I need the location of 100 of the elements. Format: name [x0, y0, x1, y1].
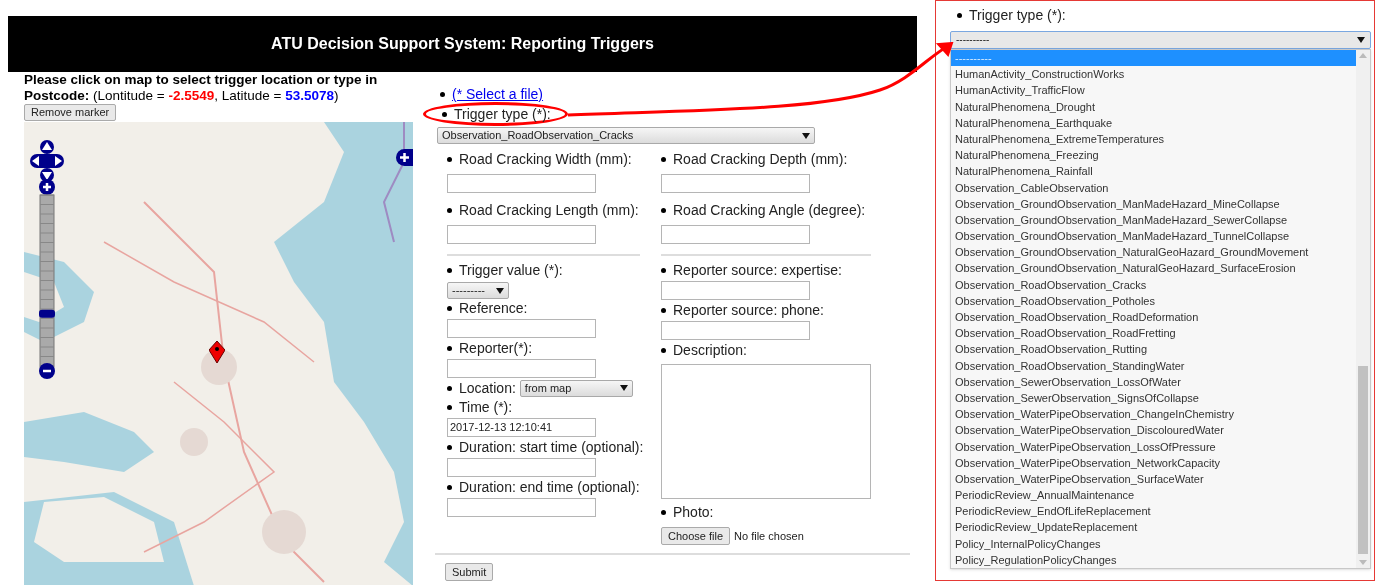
field-label: Description:	[673, 341, 747, 359]
dropdown-option[interactable]: Policy_RegulationPolicyChanges	[951, 551, 1356, 568]
dropdown-option[interactable]: Observation_SewerObservation_LossOfWater	[951, 373, 1356, 390]
trigger-type-label: Trigger type (*):	[969, 5, 1066, 25]
submit-button[interactable]: Submit	[445, 563, 494, 581]
scroll-up-icon[interactable]	[1359, 53, 1367, 58]
dropdown-option[interactable]: Observation_SewerObservation_SignsOfCollapse	[951, 389, 1356, 407]
page-title: ATU Decision Support System: Reporting Triggers	[271, 34, 654, 54]
choose-file-button[interactable]: Choose file	[661, 527, 731, 545]
dropdown-option[interactable]: HumanActivity_TrafficFlow	[951, 82, 1356, 99]
field-label: Road Cracking Width (mm):	[459, 150, 632, 168]
bullet-icon	[447, 444, 452, 450]
field-label: Time (*):	[459, 398, 513, 416]
dropdown-option[interactable]: Observation_WaterPipeObservation_DiscolouredWater	[951, 422, 1356, 439]
bullet-icon	[447, 345, 452, 351]
bullet-icon	[447, 484, 452, 490]
bullet-icon	[440, 91, 445, 97]
trigger-type-select[interactable]: ----------	[950, 31, 1371, 49]
dropdown-option[interactable]: Observation_RoadObservation_StandingWater	[951, 357, 1356, 374]
bullet-icon	[447, 305, 452, 311]
bullet-icon	[661, 307, 666, 313]
dropdown-option[interactable]: NaturalPhenomena_Rainfall	[951, 163, 1356, 180]
text-field[interactable]	[447, 319, 596, 338]
dropdown-option[interactable]: PeriodicReview_EndOfLifeReplacement	[951, 503, 1356, 520]
field-label: Reporter source: phone:	[673, 301, 824, 319]
value-select[interactable]: ---------	[447, 282, 509, 299]
field-label: Road Cracking Depth (mm):	[673, 150, 848, 168]
bullet-icon	[447, 207, 452, 213]
caret-icon	[619, 385, 628, 391]
remove-marker-button[interactable]: Remove marker	[24, 104, 117, 121]
file-status: No file chosen	[734, 528, 804, 544]
dropdown-option[interactable]: Observation_RoadObservation_Cracks	[951, 276, 1356, 293]
scroll-thumb[interactable]	[1358, 366, 1368, 554]
dropdown-option[interactable]: Policy_InternalPolicyChanges	[951, 535, 1356, 552]
caret-icon	[496, 287, 504, 294]
dropdown-option[interactable]: PeriodicReview_AnnualMaintenance	[951, 487, 1356, 504]
bullet-icon	[447, 156, 452, 162]
text-field[interactable]	[447, 498, 596, 517]
map-marker-icon	[209, 341, 225, 363]
location-select[interactable]: from map	[519, 379, 633, 397]
text-field[interactable]	[447, 225, 596, 244]
trigger-type-select[interactable]: Observation_RoadObservation_Cracks	[437, 127, 815, 144]
field-label: Photo:	[673, 503, 714, 521]
dropdown-option[interactable]: Observation_WaterPipeObservation_ChangeInChemistry	[951, 406, 1356, 423]
bullet-icon	[447, 385, 452, 391]
text-field[interactable]	[447, 359, 596, 378]
dropdown-option[interactable]: Observation_RoadObservation_Potholes	[951, 292, 1356, 309]
zoom-slider[interactable]	[38, 179, 56, 379]
dropdown-option[interactable]: Observation_GroundObservation_NaturalGeoHazard_SurfaceErosion	[951, 260, 1356, 277]
pan-control-icon[interactable]	[30, 140, 64, 182]
bullet-icon	[447, 404, 452, 410]
dropdown-option[interactable]: PeriodicReview_UpdateReplacement	[951, 519, 1356, 536]
dropdown-option[interactable]: NaturalPhenomena_Drought	[951, 98, 1356, 115]
dropdown-option[interactable]: Observation_RoadObservation_RoadDeformation	[951, 309, 1356, 326]
text-field[interactable]	[661, 225, 810, 244]
field-label: Road Cracking Angle (degree):	[673, 201, 866, 219]
dropdown-option[interactable]: Observation_GroundObservation_NaturalGeoHazard_GroundMovement	[951, 244, 1356, 261]
text-field[interactable]	[447, 174, 596, 193]
field-label: Duration: start time (optional):	[459, 438, 644, 456]
bullet-icon	[661, 156, 666, 162]
text-field[interactable]	[447, 458, 596, 477]
text-field[interactable]	[661, 174, 810, 193]
description-field[interactable]	[661, 364, 871, 499]
layer-switcher-icon[interactable]	[396, 149, 413, 166]
scrollbar[interactable]	[1356, 50, 1370, 568]
caret-icon	[802, 132, 810, 139]
dropdown-option[interactable]: NaturalPhenomena_ExtremeTemperatures	[951, 130, 1356, 148]
map-instruction: Please click on map to select trigger location or type in Postcode: (Lontitude = -2.5549, Latitude = 53.5078)	[24, 72, 379, 104]
field-label: Reference:	[459, 299, 528, 317]
dropdown-option[interactable]: Observation_GroundObservation_ManMadeHazard_TunnelCollapse	[951, 228, 1356, 245]
text-field[interactable]	[661, 321, 810, 340]
field-label: Reporter(*):	[459, 339, 533, 357]
dropdown-option[interactable]: Observation_RoadObservation_RoadFretting	[951, 325, 1356, 342]
dropdown-option[interactable]: NaturalPhenomena_Earthquake	[951, 114, 1356, 131]
bullet-icon	[957, 12, 962, 18]
field-label: Trigger value (*):	[459, 261, 563, 279]
dropdown-option[interactable]: Observation_WaterPipeObservation_LossOfPressure	[951, 438, 1356, 455]
bullet-icon	[447, 267, 452, 273]
dropdown-option[interactable]: Observation_CableObservation	[951, 179, 1356, 196]
dropdown-option[interactable]: Observation_WaterPipeObservation_SurfaceWater	[951, 470, 1356, 488]
dropdown-option[interactable]: Observation_RoadObservation_Rutting	[951, 341, 1356, 358]
select-file-link[interactable]: (* Select a file)	[452, 83, 544, 105]
bullet-icon	[661, 347, 666, 353]
dropdown-option[interactable]: NaturalPhenomena_Freezing	[951, 147, 1356, 164]
dropdown-option[interactable]: Observation_WaterPipeObservation_NetworkCapacity	[951, 454, 1356, 471]
field-label: Duration: end time (optional):	[459, 478, 640, 496]
caret-icon	[1357, 37, 1365, 43]
scroll-down-icon[interactable]	[1359, 560, 1367, 565]
bullet-icon	[442, 111, 447, 117]
text-field[interactable]: 2017-12-13 12:10:41	[447, 418, 596, 437]
bullet-icon	[661, 207, 666, 213]
field-label: Road Cracking Length (mm):	[459, 201, 639, 219]
bullet-icon	[661, 267, 666, 273]
dropdown-option[interactable]: Observation_GroundObservation_ManMadeHazard_SewerCollapse	[951, 211, 1356, 229]
dropdown-option[interactable]: Observation_GroundObservation_ManMadeHazard_MineCollapse	[951, 195, 1356, 212]
field-label: Reporter source: expertise:	[673, 261, 842, 279]
trigger-type-label: Trigger type (*):	[454, 104, 551, 124]
field-label: Location:	[459, 379, 516, 397]
text-field[interactable]	[661, 281, 810, 300]
dropdown-option[interactable]: HumanActivity_ConstructionWorks	[951, 66, 1356, 83]
